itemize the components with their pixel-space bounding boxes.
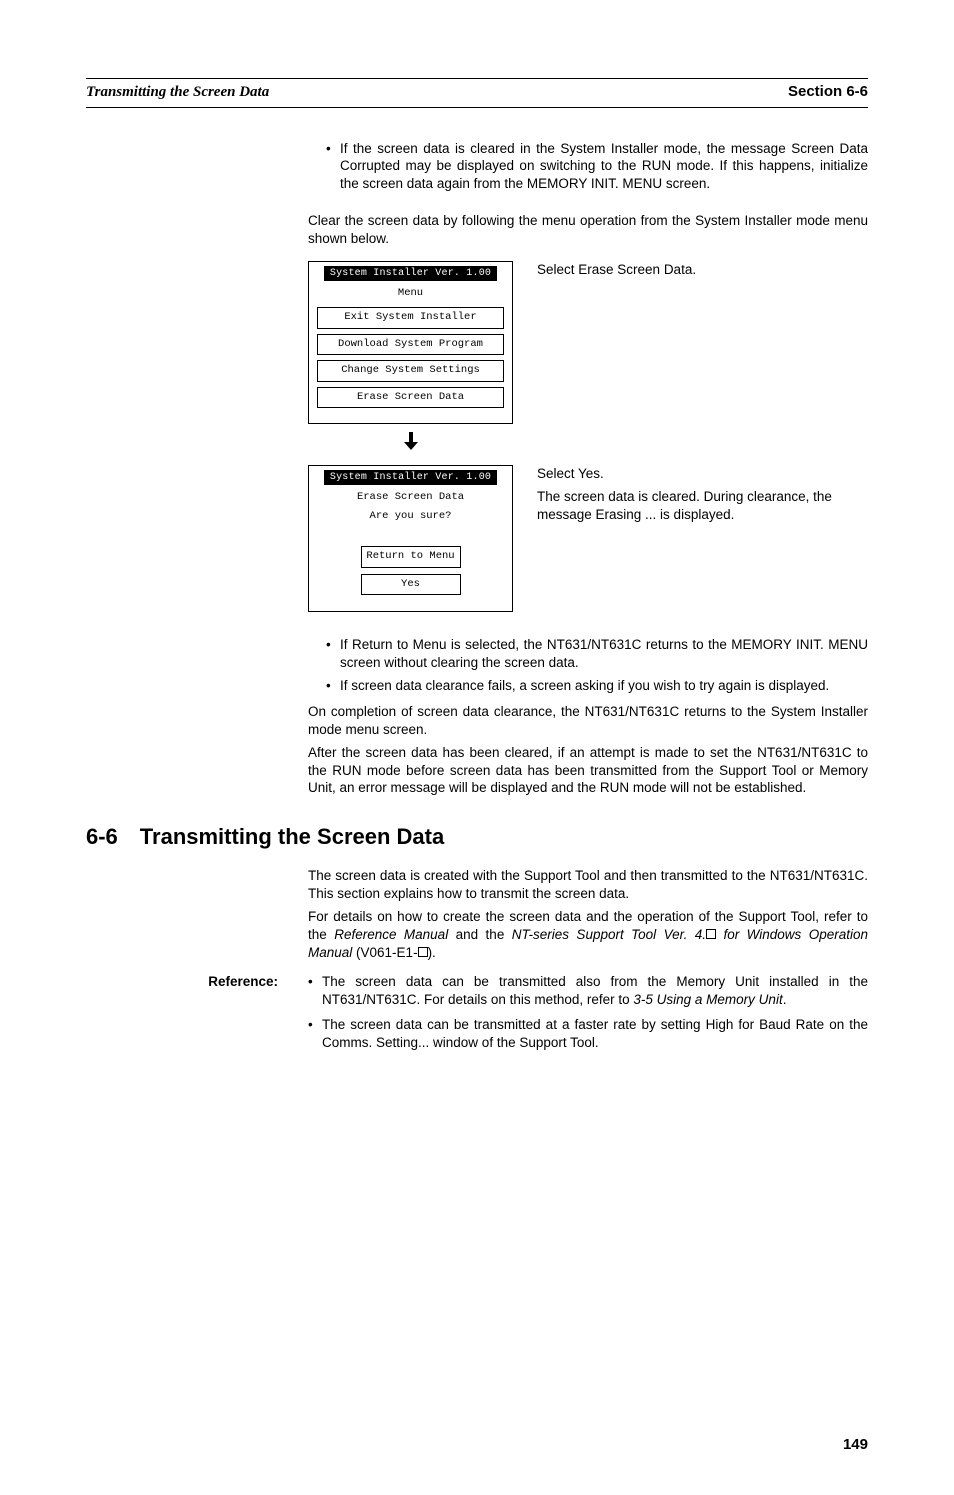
lcd-button-exit: Exit System Installer	[317, 307, 504, 329]
lcd-title: System Installer Ver. 1.00	[324, 266, 497, 281]
panel2-side-text: Select Yes. The screen data is cleared. …	[537, 465, 868, 524]
p2-d: ).	[428, 945, 436, 960]
reference-row: Reference: • The screen data can be tran…	[86, 973, 868, 1055]
diagram-row-1: System Installer Ver. 1.00 Menu Exit Sys…	[308, 261, 868, 424]
clear-instruction: Clear the screen data by following the m…	[308, 212, 868, 247]
lcd-menu-label: Menu	[315, 287, 506, 301]
panel2-side2: The screen data is cleared. During clear…	[537, 488, 868, 523]
lcd-button-return: Return to Menu	[361, 546, 461, 568]
lcd-button-erase: Erase Screen Data	[317, 387, 504, 409]
page-header: Transmitting the Screen Data Section 6-6	[86, 78, 868, 108]
square-icon	[706, 929, 716, 939]
arrow-down-icon	[308, 424, 513, 464]
square-icon	[418, 947, 428, 957]
p2-ref1: Reference Manual	[334, 927, 448, 942]
bullet-text: The screen data can be transmitted also …	[322, 973, 868, 1008]
bullet-dot: •	[308, 1016, 322, 1051]
intro-bullet-block: • If the screen data is cleared in the S…	[326, 140, 868, 193]
diagram-row-2: System Installer Ver. 1.00 Erase Screen …	[308, 465, 868, 613]
bullet-dot: •	[308, 973, 322, 1008]
lcd-panel-confirm: System Installer Ver. 1.00 Erase Screen …	[308, 465, 513, 613]
page-number: 149	[86, 1435, 868, 1455]
bullet-dot: •	[326, 140, 340, 193]
panel1-side-text: Select Erase Screen Data.	[537, 261, 868, 279]
bullet-item: • The screen data can be transmitted als…	[308, 973, 868, 1008]
lcd-line2: Are you sure?	[315, 510, 506, 524]
bullet-item: • If Return to Menu is selected, the NT6…	[326, 636, 868, 671]
reference-label: Reference:	[86, 973, 308, 991]
bullet-dot: •	[326, 677, 340, 695]
section-number: 6-6	[86, 823, 118, 852]
section-p1: The screen data is created with the Supp…	[308, 867, 868, 902]
ref-b1b: .	[783, 992, 787, 1007]
p2-b: and the	[448, 927, 512, 942]
bullet-item: • The screen data can be transmitted at …	[308, 1016, 868, 1051]
p2-ref2: NT-series Support Tool Ver. 4.	[512, 927, 706, 942]
section-title: Transmitting the Screen Data	[140, 823, 444, 852]
header-title-left: Transmitting the Screen Data	[86, 83, 269, 103]
bullet-text: If Return to Menu is selected, the NT631…	[340, 636, 868, 671]
lcd-button-yes: Yes	[361, 574, 461, 596]
section-heading: 6-6 Transmitting the Screen Data	[86, 823, 868, 852]
lcd-title: System Installer Ver. 1.00	[324, 470, 497, 485]
reference-body: • The screen data can be transmitted als…	[308, 973, 868, 1055]
post-para-2: After the screen data has been cleared, …	[308, 744, 868, 797]
bullet-text: If the screen data is cleared in the Sys…	[340, 140, 868, 193]
bullet-item: • If screen data clearance fails, a scre…	[326, 677, 868, 695]
section-p2: For details on how to create the screen …	[308, 908, 868, 961]
lcd-panel-menu: System Installer Ver. 1.00 Menu Exit Sys…	[308, 261, 513, 424]
post-para-1: On completion of screen data clearance, …	[308, 703, 868, 738]
panel2-side1: Select Yes.	[537, 465, 868, 483]
bullet-item: • If the screen data is cleared in the S…	[326, 140, 868, 193]
lcd-button-download: Download System Program	[317, 334, 504, 356]
bullet-text: The screen data can be transmitted at a …	[322, 1016, 868, 1051]
bullet-text: If screen data clearance fails, a screen…	[340, 677, 868, 695]
p2-c: (V061-E1-	[352, 945, 417, 960]
header-title-right: Section 6-6	[788, 82, 868, 102]
bullet-dot: •	[326, 636, 340, 671]
lcd-button-change: Change System Settings	[317, 360, 504, 382]
ref-b1-ref: 3-5 Using a Memory Unit	[633, 992, 782, 1007]
post-bullets: • If Return to Menu is selected, the NT6…	[326, 636, 868, 695]
lcd-line1: Erase Screen Data	[315, 491, 506, 505]
